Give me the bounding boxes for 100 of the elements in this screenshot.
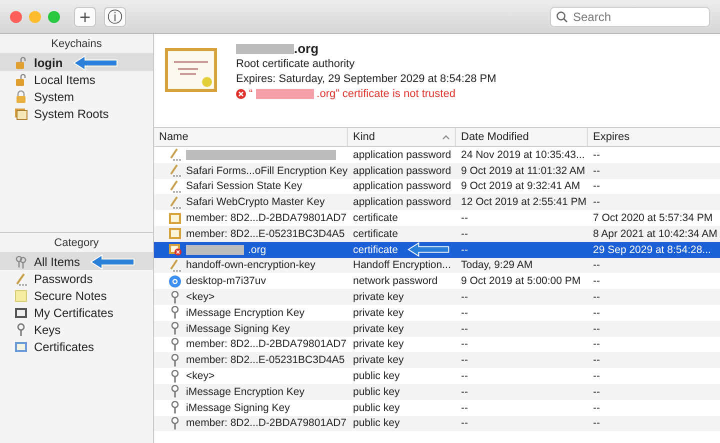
column-header[interactable]: Kind — [348, 128, 456, 146]
item-kind: private key — [353, 354, 404, 366]
table-row[interactable]: member: 8D2...E-05231BC3D4A5 certificate -- 8 Apr 2021 at 10:42:34 AM — [154, 226, 720, 242]
item-name: desktop-m7i37uv — [186, 275, 266, 288]
sidebar-item[interactable]: System Roots — [0, 105, 153, 122]
item-kind: public key — [353, 402, 400, 414]
item-name: <key> — [186, 370, 215, 382]
certificate-icon — [14, 306, 28, 320]
date-modified: 12 Oct 2019 at 2:55:41 PM — [461, 196, 586, 208]
date-modified: -- — [461, 386, 468, 398]
item-kind: public key — [353, 370, 400, 382]
expiry-date: -- — [593, 291, 600, 304]
table-row[interactable]: Safari Session State Key application password 9 Oct 2019 at 9:32:41 AM -- — [154, 178, 720, 194]
table-row[interactable]: member: 8D2...E-05231BC3D4A5 private key -- -- — [154, 352, 720, 368]
open-lock-icon — [14, 72, 28, 86]
item-kind: certificate — [353, 228, 398, 240]
item-kind: private key — [353, 322, 404, 335]
date-modified: -- — [461, 417, 468, 430]
date-modified: -- — [461, 370, 468, 382]
expiry-date: -- — [593, 196, 600, 208]
item-kind: private key — [353, 306, 404, 319]
sidebar-item[interactable]: Certificates — [0, 338, 153, 355]
item-name: iMessage Signing Key — [186, 322, 290, 335]
expiry-date: -- — [593, 417, 600, 430]
arrow-icon — [72, 54, 119, 70]
toolbar-button[interactable]: ⓘ — [104, 6, 126, 26]
column-header[interactable]: Name — [154, 128, 348, 146]
expiry-date: 7 Oct 2020 at 5:57:34 PM — [593, 212, 713, 224]
sidebar-item[interactable]: System — [0, 88, 153, 105]
date-modified: 24 Nov 2019 at 10:35:43... — [461, 148, 585, 161]
expiry-date: -- — [593, 386, 600, 398]
arrow-icon — [406, 242, 452, 258]
warning-quote: “ — [249, 87, 253, 101]
column-header[interactable]: Expires — [588, 128, 720, 146]
date-modified: -- — [461, 244, 468, 256]
date-modified: -- — [461, 291, 468, 304]
item-kind: application password — [353, 164, 452, 177]
sidebar-item[interactable]: Keys — [0, 321, 153, 338]
certificate-icon — [168, 212, 182, 225]
item-name: member: 8D2...D-2BDA79801AD7 — [186, 417, 346, 430]
zoom-button[interactable] — [48, 10, 60, 22]
date-modified: -- — [461, 322, 468, 335]
table-row[interactable]: <key> private key -- -- — [154, 289, 720, 305]
certificate-type: Root certificate authority — [236, 57, 356, 71]
table-row[interactable]: member: 8D2...D-2BDA79801AD7 public key -- -- — [154, 416, 720, 432]
table-row[interactable]: Safari Forms...oFill Encryption Key application password 9 Oct 2019 at 11:01:32 AM -- — [154, 162, 720, 179]
sidebar-item[interactable]: Local Items — [0, 71, 153, 88]
table-row[interactable]: handoff-own-encryption-key Handoff Encryption... Today, 9:29 AM -- — [154, 258, 720, 274]
certificate-stack-icon — [14, 106, 28, 120]
column-header[interactable]: Date Modified — [456, 128, 588, 146]
sidebar-item[interactable]: login — [0, 54, 153, 71]
item-kind: network password — [353, 275, 438, 288]
pen-icon — [168, 180, 182, 193]
sidebar-item[interactable]: Secure Notes — [0, 287, 153, 304]
item-kind: public key — [353, 417, 400, 430]
certificate-icon — [164, 47, 218, 93]
table-row[interactable]: Safari WebCrypto Master Key application password 12 Oct 2019 at 2:55:41 PM -- — [154, 194, 720, 210]
search-field[interactable]: Search — [550, 6, 710, 26]
toolbar-button[interactable]: + — [74, 6, 96, 26]
date-modified: -- — [461, 338, 468, 350]
item-name: iMessage Encryption Key — [186, 306, 304, 319]
sidebar-item[interactable]: My Certificates — [0, 304, 153, 321]
expiry-date: -- — [593, 148, 600, 161]
sidebar-item[interactable]: Passwords — [0, 270, 153, 287]
table-row[interactable]: .org certificate -- 29 Sep 2029 at 8:54:28... — [154, 242, 720, 258]
sidebar-item[interactable]: All Items — [0, 253, 153, 270]
error-icon — [236, 89, 246, 99]
expiry-date: Expires: Saturday, 29 September 2029 at 8:54:28 PM — [236, 72, 496, 86]
date-modified: -- — [461, 306, 468, 319]
certificate-error-icon — [168, 243, 182, 256]
item-name: member: 8D2...D-2BDA79801AD7 — [186, 338, 346, 350]
expiry-date: -- — [593, 402, 600, 414]
table-row[interactable]: iMessage Signing Key private key -- -- — [154, 320, 720, 337]
expiry-date: -- — [593, 322, 600, 335]
item-kind: certificate — [353, 244, 398, 256]
pen-icon — [168, 164, 182, 178]
item-kind: certificate — [353, 212, 398, 224]
table-row[interactable]: iMessage Encryption Key public key -- -- — [154, 384, 720, 400]
minimize-button[interactable] — [29, 10, 41, 22]
item-name: <key> — [186, 291, 215, 304]
pen-icon — [14, 272, 28, 286]
expiry-date: -- — [593, 180, 600, 192]
item-kind: application password — [353, 196, 452, 208]
pen-icon — [168, 258, 182, 272]
expiry-date: -- — [593, 370, 600, 382]
item-name: iMessage Signing Key — [186, 402, 290, 414]
date-modified: -- — [461, 354, 468, 366]
item-name: iMessage Encryption Key — [186, 386, 304, 398]
arrow-icon — [90, 254, 136, 270]
expiry-date: 29 Sep 2029 at 8:54:28... — [593, 244, 711, 256]
item-kind: application password — [353, 148, 452, 161]
expiry-date: -- — [593, 164, 600, 177]
close-button[interactable] — [10, 10, 22, 22]
date-modified: 9 Oct 2019 at 9:32:41 AM — [461, 180, 580, 192]
item-name: handoff-own-encryption-key — [186, 259, 316, 272]
expiry-date: -- — [593, 275, 600, 288]
expiry-date: -- — [593, 306, 600, 319]
pen-icon — [168, 148, 182, 162]
expiry-date: -- — [593, 338, 600, 350]
item-kind: private key — [353, 338, 404, 350]
